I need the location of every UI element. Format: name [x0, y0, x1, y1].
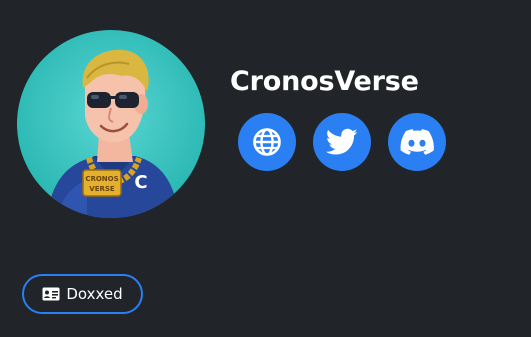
- avatar-shirt-letter: C: [134, 172, 147, 193]
- globe-icon: [252, 127, 282, 157]
- discord-button[interactable]: [388, 113, 446, 171]
- avatar: CRONOS VERSE C: [17, 30, 205, 218]
- doxxed-badge[interactable]: Doxxed: [22, 274, 143, 314]
- project-name: CronosVerse: [230, 66, 419, 97]
- discord-icon: [400, 129, 434, 155]
- project-profile: CRONOS VERSE C CronosVerse Doxxed: [0, 0, 531, 337]
- avatar-chain-text-left: CRONOS: [85, 175, 118, 183]
- avatar-chain-text-right: VERSE: [89, 185, 115, 193]
- badge-label: Doxxed: [66, 285, 123, 303]
- social-links: [238, 113, 446, 171]
- twitter-icon: [326, 128, 358, 156]
- website-button[interactable]: [238, 113, 296, 171]
- twitter-button[interactable]: [313, 113, 371, 171]
- id-card-icon: [42, 287, 60, 301]
